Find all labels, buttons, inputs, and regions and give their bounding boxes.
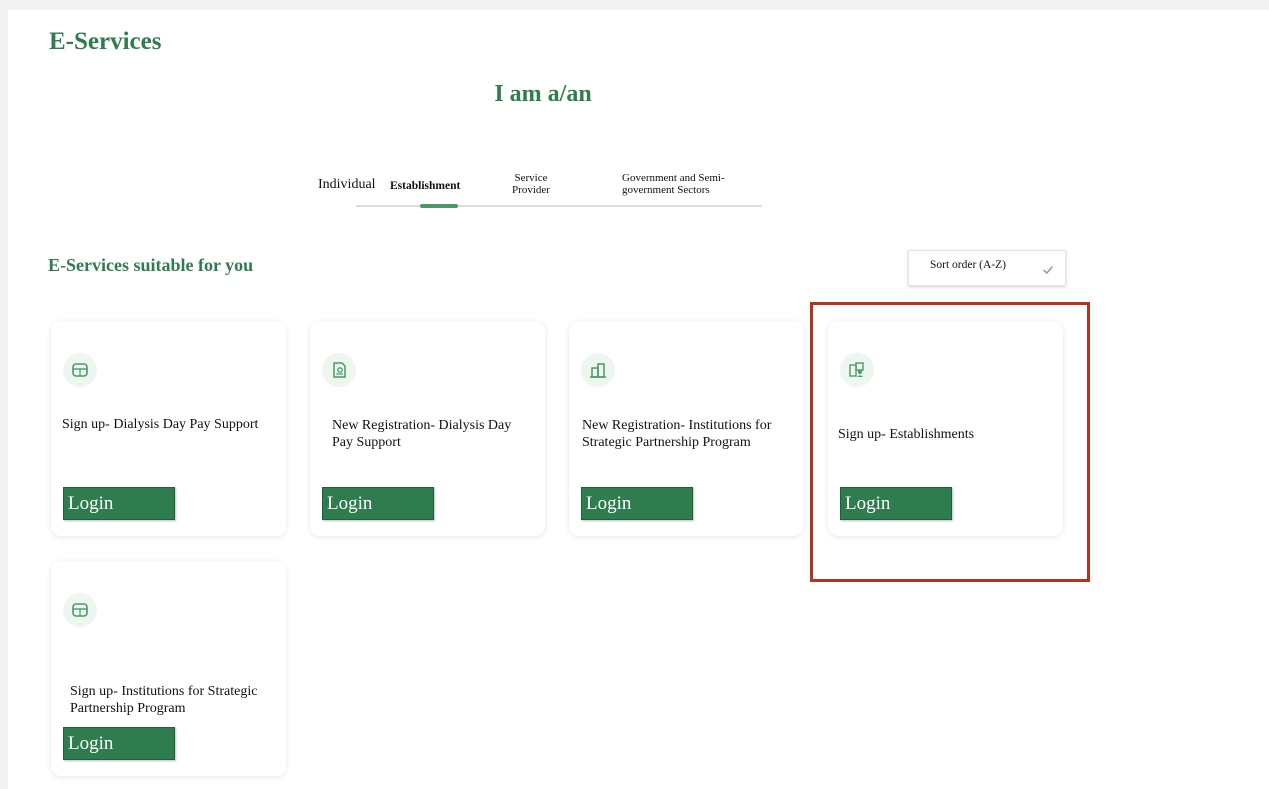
service-card: New Registration- Dialysis Day Pay Suppo… <box>310 321 545 536</box>
sort-order-select[interactable]: Sort order (A-Z) <box>908 250 1066 286</box>
page-title: E-Services <box>49 28 162 55</box>
login-button[interactable]: Login <box>581 487 693 520</box>
calendar-icon <box>63 593 97 627</box>
calendar-icon <box>63 353 97 387</box>
service-card: New Registration- Institutions for Strat… <box>569 321 804 536</box>
login-button[interactable]: Login <box>322 487 434 520</box>
page: E-Services I am a/an Individual Establis… <box>8 10 1269 789</box>
document-icon <box>322 353 356 387</box>
service-card-title: New Registration- Dialysis Day Pay Suppo… <box>332 418 512 450</box>
tab-track <box>356 205 762 207</box>
sort-order-label: Sort order (A-Z) <box>930 259 1007 271</box>
service-card-title: New Registration- Institutions for Strat… <box>582 418 772 450</box>
tab-service-provider[interactable]: Service Provider <box>505 172 557 196</box>
tab-establishment[interactable]: Establishment <box>390 180 460 192</box>
service-card: Sign up- Institutions for Strategic Part… <box>51 561 286 776</box>
service-card: Sign up- Dialysis Day Pay Support Login <box>51 321 286 536</box>
tab-government-sectors[interactable]: Government and Semi-government Sectors <box>622 172 762 196</box>
service-card-title: Sign up- Dialysis Day Pay Support <box>62 417 259 432</box>
service-card-title: Sign up- Institutions for Strategic Part… <box>70 684 258 716</box>
highlight-box <box>810 302 1090 582</box>
login-button[interactable]: Login <box>63 487 175 520</box>
building-icon <box>581 353 615 387</box>
check-chevron-icon <box>1043 266 1053 275</box>
role-heading: I am a/an <box>494 81 592 107</box>
section-title: E-Services suitable for you <box>48 255 254 275</box>
tab-individual[interactable]: Individual <box>318 178 376 192</box>
active-tab-indicator <box>420 204 458 208</box>
login-button[interactable]: Login <box>63 727 175 760</box>
